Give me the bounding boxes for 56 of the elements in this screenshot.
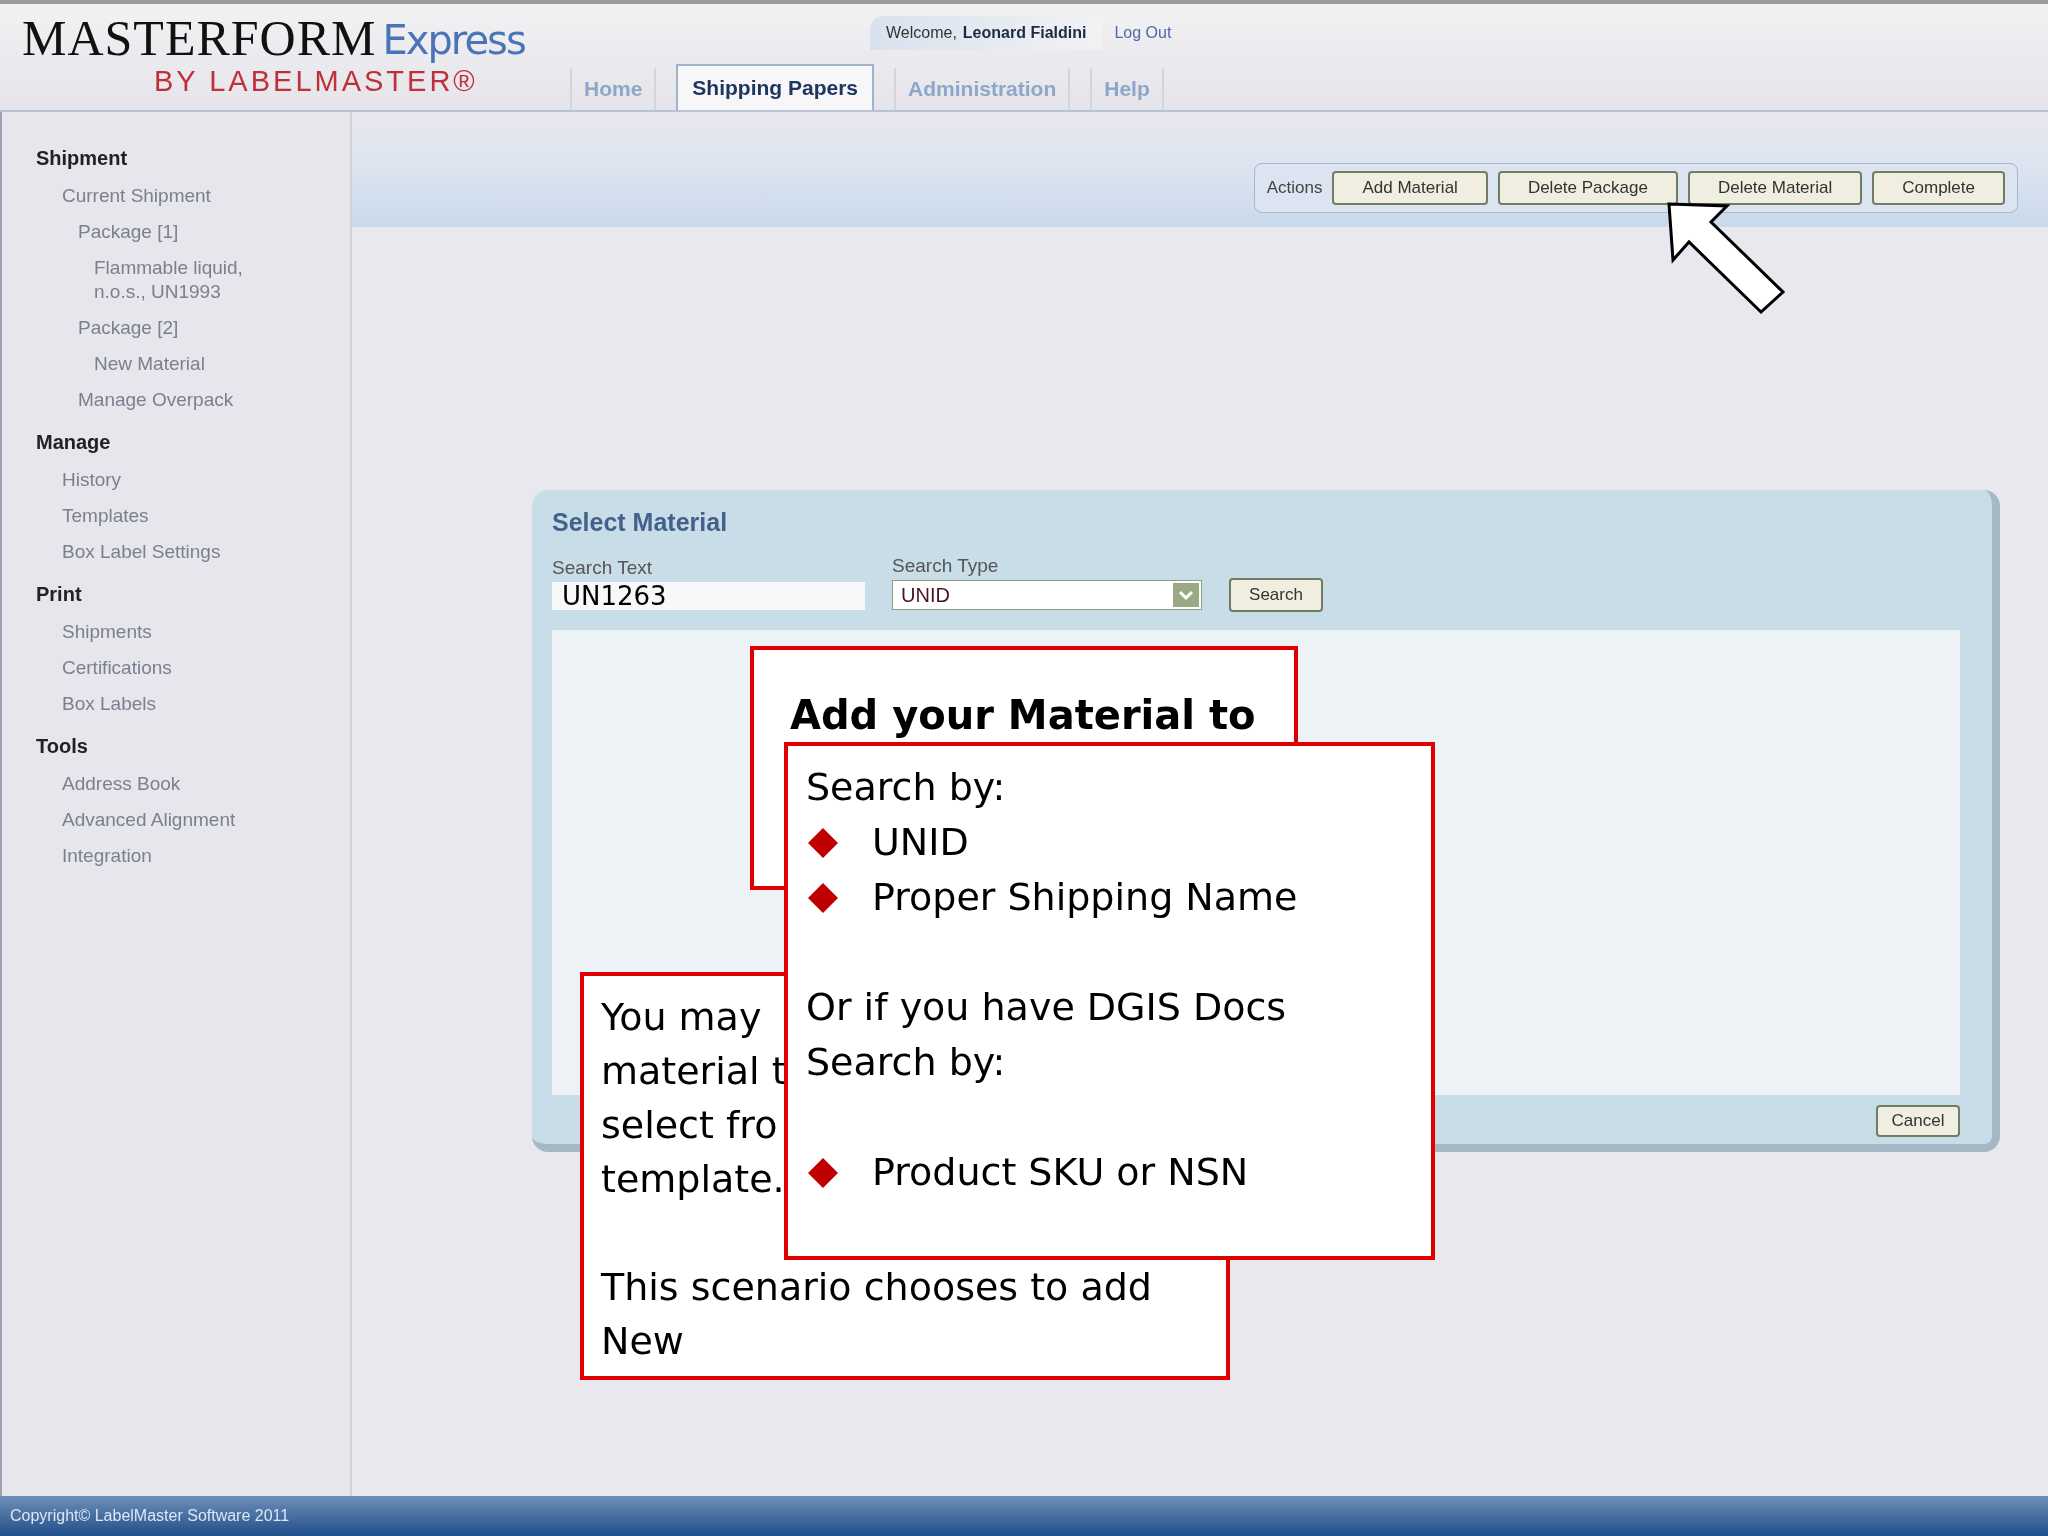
callout-bullet-text: Product SKU or NSN: [872, 1149, 1249, 1196]
sidebar-heading: Shipment: [36, 146, 128, 171]
copyright-text: Copyright© LabelMaster Software 2011: [10, 1506, 290, 1526]
sidebar-link[interactable]: Address Book: [62, 766, 181, 802]
field-label: Search Type: [892, 553, 999, 578]
action-button[interactable]: Delete Material: [1687, 171, 1863, 205]
nav-tab[interactable]: Home: [570, 68, 657, 110]
callout-text-line: Or if you have DGIS Docs: [806, 984, 1287, 1031]
search-button[interactable]: Search: [1229, 578, 1323, 612]
sidebar-heading: Print: [36, 582, 82, 607]
field-label: Search Text: [552, 555, 652, 580]
action-button[interactable]: Delete Package: [1497, 171, 1678, 205]
sidebar-link[interactable]: Certifications: [62, 650, 172, 686]
callout-text-line: Search by:: [806, 1039, 1006, 1086]
sidebar-heading: Tools: [36, 734, 88, 759]
callout-text-line: Search by:: [806, 764, 1006, 811]
sidebar-link[interactable]: Package [1]: [78, 214, 179, 250]
nav-tab[interactable]: Help: [1090, 68, 1164, 110]
cancel-button[interactable]: Cancel: [1876, 1105, 1960, 1137]
sidebar-link[interactable]: Current Shipment: [62, 178, 211, 214]
sidebar-link[interactable]: Box Labels: [62, 686, 156, 722]
action-button[interactable]: Complete: [1872, 171, 2005, 205]
sidebar-link[interactable]: History: [62, 462, 122, 498]
search-type-dropdown[interactable]: UNID: [892, 580, 1202, 610]
callout-text-line: You may: [601, 994, 762, 1041]
action-button[interactable]: Add Material: [1332, 171, 1488, 205]
sidebar-link[interactable]: Box Label Settings: [62, 534, 221, 570]
diamond-bullet-icon: [808, 882, 838, 913]
sidebar-link[interactable]: Templates: [62, 498, 149, 534]
logo-wordmark: MASTERFORM: [22, 10, 377, 66]
logo-byline: BY LABELMASTER®: [154, 66, 478, 96]
callout-bullet-text: UNID: [872, 819, 969, 866]
sidebar-link[interactable]: Manage Overpack: [78, 382, 234, 418]
callout-text-line: select fro: [601, 1102, 778, 1149]
sidebar-heading: Manage: [36, 430, 111, 455]
logout-link[interactable]: Log Out: [1114, 21, 1172, 46]
actions-label: Actions: [1266, 177, 1323, 200]
nav-tab[interactable]: Administration: [894, 68, 1071, 110]
sidebar-link[interactable]: Package [2]: [78, 310, 179, 346]
welcome-text: Welcome,: [886, 23, 957, 44]
sidebar-link[interactable]: Advanced Alignment: [62, 802, 236, 838]
diamond-bullet-icon: [808, 1157, 838, 1188]
nav-tab[interactable]: Shipping Papers: [676, 64, 875, 110]
callout-text-line: template.: [601, 1156, 785, 1203]
callout-heading: Add your Material to: [790, 692, 1256, 738]
callout-bullet-text: Proper Shipping Name: [872, 874, 1298, 921]
callout-note: This scenario chooses to add New: [601, 1264, 1153, 1365]
user-name: Leonard Fialdini: [962, 23, 1087, 44]
sidebar-link[interactable]: Flammable liquid, n.o.s., UN1993: [94, 250, 294, 310]
sidebar-link[interactable]: Shipments: [62, 614, 152, 650]
diamond-bullet-icon: [808, 827, 838, 858]
search-text-field[interactable]: UN1263: [552, 582, 865, 610]
sidebar-link[interactable]: New Material: [94, 346, 205, 382]
logo-suffix: Express: [382, 16, 525, 65]
sidebar-link[interactable]: Integration: [62, 838, 152, 874]
dialog-title: Select Material: [552, 507, 728, 538]
